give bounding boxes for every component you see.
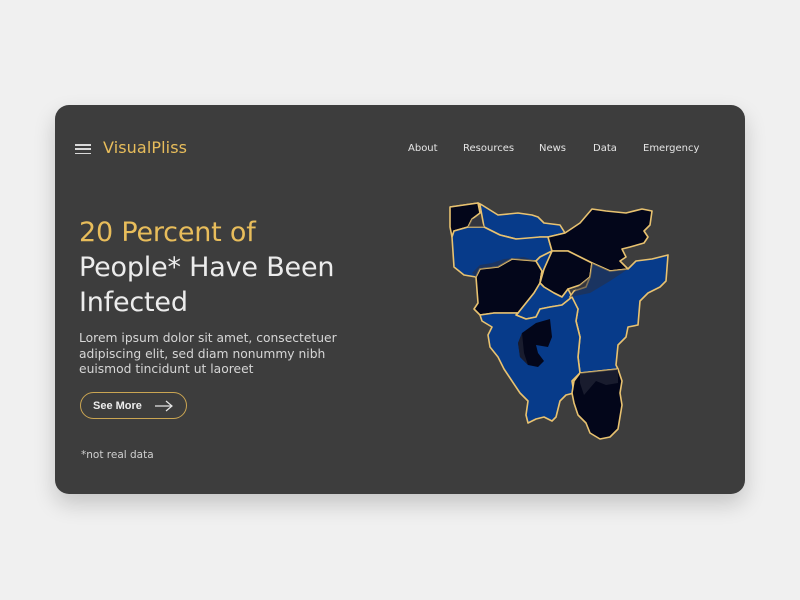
description-line: Lorem ipsum dolor sit amet, consectetuer — [79, 331, 337, 345]
map-regions — [449, 202, 669, 440]
see-more-button[interactable]: See More — [80, 392, 187, 419]
arrow-right-icon — [155, 400, 173, 412]
nav-about[interactable]: About — [408, 143, 438, 154]
nav-resources[interactable]: Resources — [463, 143, 514, 154]
footnote: *not real data — [81, 449, 154, 461]
hero-title: 20 Percent of People* Have Been Infected — [79, 215, 334, 320]
nav-news[interactable]: News — [539, 143, 566, 154]
hero-card: VisualPliss About Resources News Data Em… — [55, 105, 745, 494]
hero-title-line-2: People* Have Been — [79, 252, 335, 283]
description-line: adipiscing elit, sed diam nonummy nibh — [79, 346, 326, 361]
nav-emergency[interactable]: Emergency — [643, 143, 699, 154]
region-map — [449, 202, 669, 440]
hero-title-line-3: Infected — [79, 287, 188, 318]
brand-logo[interactable]: VisualPliss — [103, 138, 187, 157]
hero-description: Lorem ipsum dolor sit amet, consectetuer… — [79, 331, 369, 378]
hamburger-menu-icon[interactable] — [75, 144, 91, 154]
hero-title-accent: 20 Percent of — [79, 217, 256, 248]
description-line: euismod tincidunt ut laoreet — [79, 362, 254, 376]
see-more-label: See More — [93, 399, 142, 412]
nav-data[interactable]: Data — [593, 143, 617, 154]
